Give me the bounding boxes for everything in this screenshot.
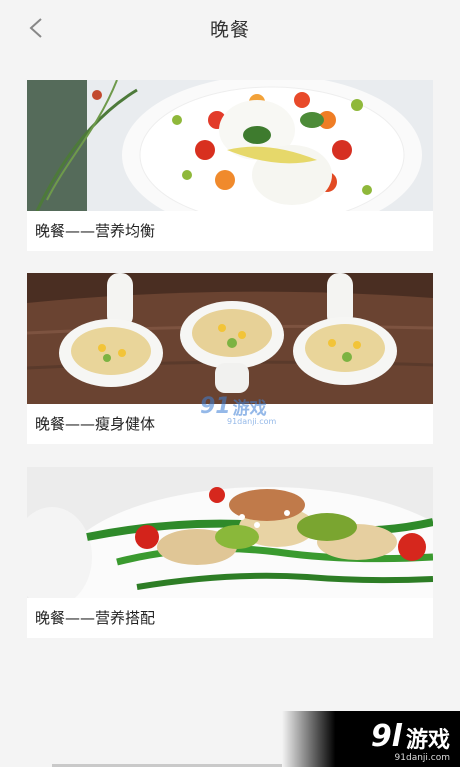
app-screen: 晚餐 晚餐——营养均衡 晚餐——瘦身健体 晚餐——营养搭配 91 游戏 91da… — [0, 0, 460, 767]
corner-text: 游戏 — [405, 728, 450, 753]
corner-watermark-badge: 9l 游戏 91danji.com — [282, 711, 460, 767]
chevron-left-icon — [29, 18, 42, 38]
recipe-card-pairing[interactable]: 晚餐——营养搭配 — [27, 467, 433, 638]
dish-image-salad-plate — [27, 80, 433, 211]
dish-image-spoons — [27, 273, 433, 404]
card-caption: 晚餐——营养搭配 — [35, 609, 156, 627]
watermark: 91 游戏 91danji.com — [200, 394, 276, 426]
corner-logo: 9l — [370, 719, 402, 754]
top-bar: 晚餐 — [0, 0, 460, 56]
dish-image-avocado-salad — [27, 467, 433, 598]
corner-url: 91danji.com — [394, 753, 450, 763]
watermark-url: 91danji.com — [227, 417, 277, 426]
watermark-logo: 91 — [200, 394, 231, 419]
back-button[interactable] — [22, 14, 50, 42]
recipe-card-balanced[interactable]: 晚餐——营养均衡 — [27, 80, 433, 251]
watermark-text: 游戏 — [232, 399, 267, 419]
page-title: 晚餐 — [209, 18, 250, 41]
card-caption: 晚餐——营养均衡 — [35, 222, 156, 240]
